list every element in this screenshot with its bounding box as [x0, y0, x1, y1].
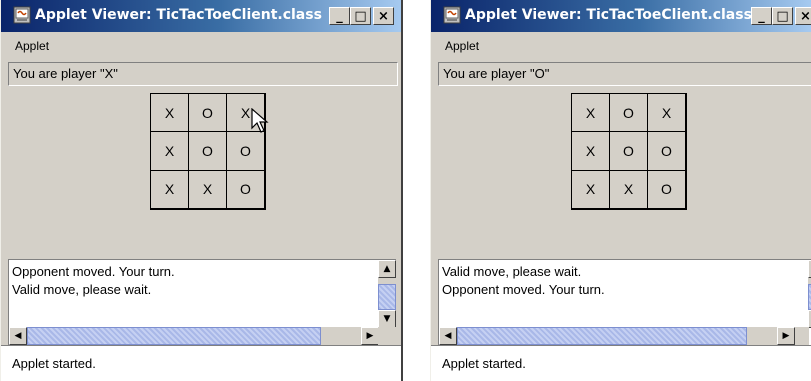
- mouse-pointer-icon: [251, 108, 269, 133]
- applet-status-bar: Applet started.: [431, 345, 811, 381]
- board-cell[interactable]: X: [150, 93, 189, 133]
- menu-bar: Applet: [1, 34, 401, 58]
- message-log[interactable]: Opponent moved. Your turn. Valid move, p…: [8, 259, 396, 345]
- close-icon: ×: [378, 8, 389, 24]
- minimize-icon: _: [336, 8, 343, 24]
- board-cell[interactable]: O: [609, 131, 648, 171]
- window-title: Applet Viewer: TicTacToeClient.class: [465, 7, 752, 23]
- scrollbar-corner: [378, 327, 396, 345]
- board-cell[interactable]: X: [609, 169, 648, 209]
- message-log[interactable]: Valid move, please wait. Opponent moved.…: [438, 259, 811, 345]
- board-cell[interactable]: O: [226, 169, 265, 209]
- log-line: Opponent moved. Your turn.: [12, 264, 175, 279]
- maximize-button[interactable]: □: [350, 7, 371, 25]
- board-cell[interactable]: X: [150, 169, 189, 209]
- board-cell[interactable]: O: [226, 131, 265, 171]
- menu-applet[interactable]: Applet: [15, 39, 49, 53]
- close-icon: ×: [800, 8, 811, 24]
- board-cell[interactable]: O: [647, 131, 686, 171]
- minimize-icon: _: [758, 8, 765, 24]
- scroll-right-button[interactable]: ▶: [361, 327, 379, 345]
- applet-status-bar: Applet started.: [1, 345, 401, 381]
- board-cell[interactable]: X: [571, 93, 610, 133]
- scroll-down-button[interactable]: ▼: [378, 310, 396, 328]
- scroll-up-button[interactable]: ▲: [378, 260, 396, 278]
- log-line: Valid move, please wait.: [442, 264, 582, 279]
- title-bar[interactable]: Applet Viewer: TicTacToeClient.class _ □…: [431, 0, 811, 32]
- close-button[interactable]: ×: [373, 7, 394, 25]
- scroll-left-button[interactable]: ◀: [9, 327, 27, 345]
- arrow-right-icon: ▶: [366, 331, 374, 341]
- maximize-icon: □: [776, 8, 789, 24]
- vertical-scrollbar[interactable]: ▲ ▼: [378, 260, 396, 328]
- horizontal-scroll-thumb[interactable]: [457, 327, 747, 345]
- board-cell[interactable]: X: [150, 131, 189, 171]
- board-cell[interactable]: X: [571, 131, 610, 171]
- java-coffee-cup-icon: [13, 6, 31, 24]
- vertical-scroll-thumb[interactable]: [378, 284, 396, 310]
- board-cell[interactable]: O: [188, 93, 227, 133]
- menu-applet[interactable]: Applet: [445, 39, 479, 53]
- board-cell[interactable]: X: [188, 169, 227, 209]
- log-line: Opponent moved. Your turn.: [442, 282, 605, 297]
- maximize-button[interactable]: □: [772, 7, 793, 25]
- player-label: You are player "X": [8, 62, 398, 86]
- java-coffee-cup-icon: [443, 6, 461, 24]
- board-cell[interactable]: X: [647, 93, 686, 133]
- arrow-right-icon: ▶: [782, 331, 790, 341]
- arrow-up-icon: ▲: [383, 264, 391, 274]
- minimize-button[interactable]: _: [751, 7, 772, 25]
- horizontal-scrollbar[interactable]: ◀ ▶: [439, 327, 809, 345]
- title-bar[interactable]: Applet Viewer: TicTacToeClient.class _ □…: [1, 0, 401, 32]
- board-cell[interactable]: O: [609, 93, 648, 133]
- horizontal-scrollbar[interactable]: ◀ ▶: [9, 327, 379, 345]
- arrow-left-icon: ◀: [444, 331, 452, 341]
- applet-status-text: Applet started.: [12, 356, 96, 371]
- tic-tac-toe-board: X O X X O O X X O: [571, 93, 687, 210]
- window-title: Applet Viewer: TicTacToeClient.class: [35, 7, 322, 23]
- arrow-left-icon: ◀: [14, 331, 22, 341]
- maximize-icon: □: [354, 8, 367, 24]
- tic-tac-toe-board: X O X X O O X X O: [150, 93, 266, 210]
- applet-window-player-x: Applet Viewer: TicTacToeClient.class _ □…: [0, 0, 403, 381]
- close-button[interactable]: ×: [795, 7, 811, 25]
- board-cell[interactable]: O: [188, 131, 227, 171]
- log-line: Valid move, please wait.: [12, 282, 152, 297]
- board-cell[interactable]: O: [647, 169, 686, 209]
- applet-window-player-o: Applet Viewer: TicTacToeClient.class _ □…: [430, 0, 811, 381]
- board-cell[interactable]: X: [571, 169, 610, 209]
- minimize-button[interactable]: _: [329, 7, 350, 25]
- horizontal-scroll-thumb[interactable]: [27, 327, 321, 345]
- menu-bar: Applet: [431, 34, 811, 58]
- applet-status-text: Applet started.: [442, 356, 526, 371]
- scroll-right-button[interactable]: ▶: [777, 327, 795, 345]
- scroll-left-button[interactable]: ◀: [439, 327, 457, 345]
- arrow-down-icon: ▼: [383, 314, 391, 324]
- player-label: You are player "O": [438, 62, 811, 86]
